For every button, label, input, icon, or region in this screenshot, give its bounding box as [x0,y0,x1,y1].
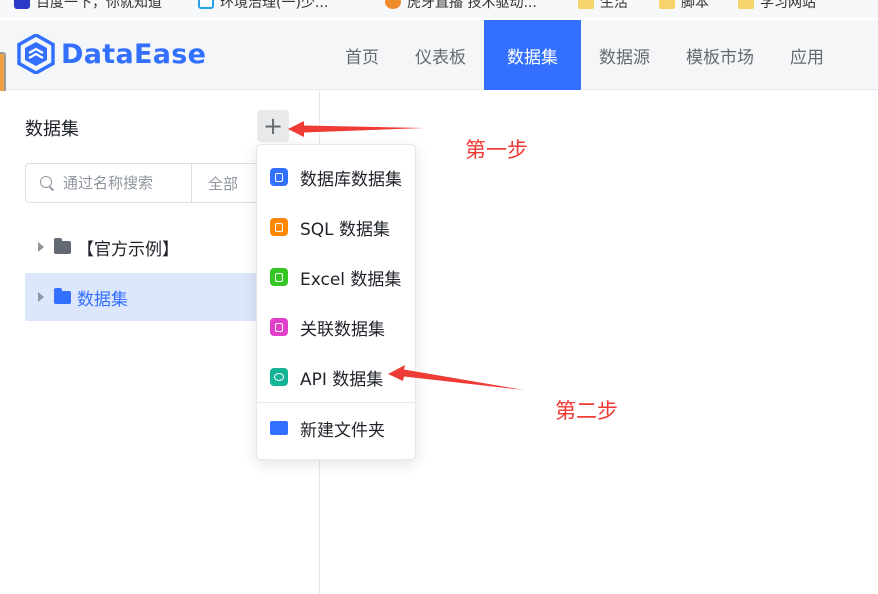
bookmark-folder-script[interactable]: 脚本 [659,0,709,13]
nav-application[interactable]: 应用 [772,20,842,90]
bookmark-environment[interactable]: 环境治理(一)少... [198,0,328,13]
tree-item-label: 【官方示例】 [77,239,179,260]
search-input[interactable] [63,174,191,192]
excel-file-icon [270,268,288,286]
folder-icon [659,0,675,9]
filter-select[interactable]: 全部 [192,173,238,194]
menu-item-api-dataset[interactable]: API 数据集 [257,352,415,402]
search-box: 全部 [25,163,265,203]
nav-dataset[interactable]: 数据集 [484,20,581,90]
tree-item-official-examples[interactable]: 【官方示例】 [25,223,265,271]
link-icon [198,0,214,9]
dataease-logo-icon [17,34,55,74]
folder-icon [738,0,754,9]
folder-icon [578,0,594,9]
step1-annotation: 第一步 [465,138,528,162]
folder-icon [270,421,288,435]
folder-icon [54,287,71,304]
nav-datasource[interactable]: 数据源 [581,20,668,90]
folder-icon [54,237,71,254]
bookmark-huya[interactable]: 虎牙直播 技术驱动... [385,0,537,13]
caret-right-icon[interactable] [38,242,44,252]
caret-right-icon[interactable] [38,292,44,302]
nav-home[interactable]: 首页 [327,20,397,90]
live-icon [385,0,401,9]
search-icon [39,175,55,191]
app-logo[interactable]: DataEase [17,34,206,74]
database-icon [270,168,288,186]
sidebar-title: 数据集 [25,119,79,140]
nav-dashboard[interactable]: 仪表板 [397,20,484,90]
step2-annotation: 第二步 [555,399,618,423]
union-icon [270,318,288,336]
app-header: DataEase 首页 仪表板 数据集 数据源 模板市场 应用 [0,20,878,90]
menu-item-database-dataset[interactable]: 数据库数据集 [257,152,415,202]
bookmark-baidu[interactable]: 百度一下，你就知道 [14,0,162,13]
tree-item-label: 数据集 [77,289,128,310]
menu-item-sql-dataset[interactable]: SQL 数据集 [257,202,415,252]
menu-item-excel-dataset[interactable]: Excel 数据集 [257,252,415,302]
menu-item-union-dataset[interactable]: 关联数据集 [257,302,415,352]
bookmark-folder-learning[interactable]: 学习网站 [738,0,816,13]
logo-text: DataEase [61,38,207,70]
add-dataset-button[interactable]: + [257,110,289,142]
bookmark-folder-life[interactable]: 生活 [578,0,628,13]
add-dataset-menu: 数据库数据集 SQL 数据集 Excel 数据集 关联数据集 API 数据集 新… [256,144,416,460]
bookmarks-bar: 百度一下，你就知道 环境治理(一)少... 虎牙直播 技术驱动... 生活 脚本… [0,0,878,18]
menu-item-new-folder[interactable]: 新建文件夹 [257,403,415,453]
top-nav: 首页 仪表板 数据集 数据源 模板市场 应用 [327,20,842,90]
tree-item-dataset[interactable]: 数据集 [25,273,265,321]
baidu-icon [14,0,30,9]
nav-template-market[interactable]: 模板市场 [668,20,772,90]
sql-file-icon [270,218,288,236]
api-cloud-icon [270,368,288,386]
